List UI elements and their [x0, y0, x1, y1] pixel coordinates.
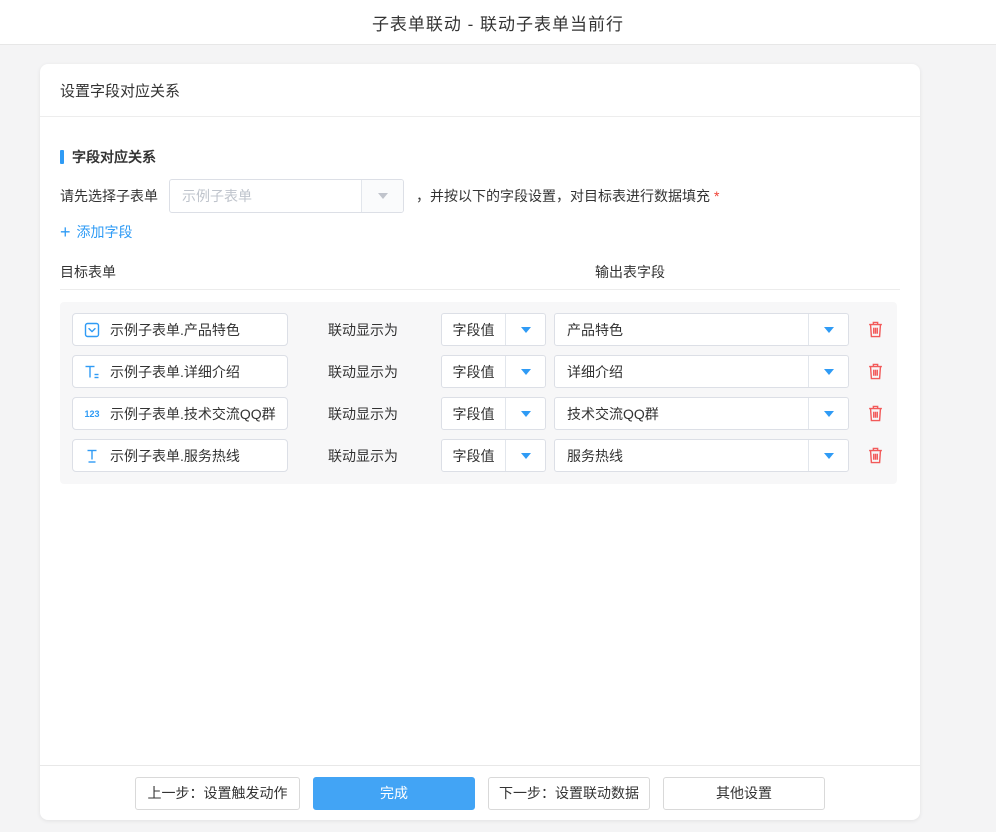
output-field-select[interactable]: 产品特色 — [554, 313, 849, 346]
subform-selector-line: 请先选择子表单 示例子表单 ，并按以下的字段设置，对目标表进行数据填充 * — [60, 179, 900, 213]
trash-icon — [867, 362, 884, 381]
page-title: 子表单联动 - 联动子表单当前行 — [372, 10, 624, 35]
section-title-accent-bar — [60, 150, 64, 164]
target-field-name: 示例子表单.详细介绍 — [110, 362, 240, 382]
trash-icon — [867, 446, 884, 465]
other-settings-button[interactable]: 其他设置 — [663, 777, 825, 810]
value-type-value: 字段值 — [442, 440, 505, 471]
chevron-down-icon — [505, 356, 545, 387]
output-field-select[interactable]: 详细介绍 — [554, 355, 849, 388]
output-field-select[interactable]: 技术交流QQ群 — [554, 397, 849, 430]
prev-step-button[interactable]: 上一步：设置触发动作 — [135, 777, 300, 810]
section-title-text: 字段对应关系 — [72, 147, 156, 167]
finish-button[interactable]: 完成 — [313, 777, 475, 810]
output-field-value: 服务热线 — [555, 440, 808, 471]
textarea-field-icon — [83, 363, 101, 381]
field-mapping-row: 示例子表单.产品特色 联动显示为 字段值 产品特色 — [72, 313, 885, 346]
target-field-box[interactable]: 示例子表单.产品特色 — [72, 313, 288, 346]
chevron-down-icon — [808, 356, 848, 387]
field-mapping-list: 示例子表单.产品特色 联动显示为 字段值 产品特色 — [60, 302, 897, 484]
select-field-icon — [83, 321, 101, 339]
delete-row-button[interactable] — [865, 361, 885, 383]
output-field-value: 详细介绍 — [555, 356, 808, 387]
card-title: 设置字段对应关系 — [60, 80, 180, 101]
value-type-value: 字段值 — [442, 356, 505, 387]
value-type-select[interactable]: 字段值 — [441, 355, 546, 388]
trash-icon — [867, 404, 884, 423]
number-field-icon: 123 — [83, 405, 101, 423]
target-field-box[interactable]: 示例子表单.详细介绍 — [72, 355, 288, 388]
card-footer: 上一步：设置触发动作 完成 下一步：设置联动数据 其他设置 — [40, 765, 920, 820]
value-type-value: 字段值 — [442, 398, 505, 429]
output-field-select[interactable]: 服务热线 — [554, 439, 849, 472]
settings-card: 设置字段对应关系 字段对应关系 请先选择子表单 示例子表单 ，并按以下的字段设置… — [40, 64, 920, 820]
relation-label: 联动显示为 — [328, 320, 398, 340]
subform-select-value: 示例子表单 — [170, 180, 361, 212]
card-header: 设置字段对应关系 — [40, 64, 920, 117]
value-type-select[interactable]: 字段值 — [441, 397, 546, 430]
text-field-icon — [83, 447, 101, 465]
chevron-down-icon — [808, 398, 848, 429]
add-field-label: 添加字段 — [77, 222, 133, 242]
chevron-down-icon — [361, 180, 403, 212]
next-step-button[interactable]: 下一步：设置联动数据 — [488, 777, 650, 810]
column-header-target: 目标表单 — [60, 264, 116, 280]
relation-label: 联动显示为 — [328, 362, 398, 382]
trash-icon — [867, 320, 884, 339]
chevron-down-icon — [505, 440, 545, 471]
target-field-name: 示例子表单.产品特色 — [110, 320, 240, 340]
card-body: 字段对应关系 请先选择子表单 示例子表单 ，并按以下的字段设置，对目标表进行数据… — [40, 117, 920, 765]
field-mapping-row: 示例子表单.服务热线 联动显示为 字段值 服务热线 — [72, 439, 885, 472]
chevron-down-icon — [808, 314, 848, 345]
column-headers: 目标表单 输出表字段 — [60, 262, 900, 280]
target-field-name: 示例子表单.服务热线 — [110, 446, 240, 466]
target-field-box[interactable]: 示例子表单.服务热线 — [72, 439, 288, 472]
value-type-select[interactable]: 字段值 — [441, 439, 546, 472]
field-mapping-row: 123 示例子表单.技术交流QQ群 联动显示为 字段值 技术交流QQ群 — [72, 397, 885, 430]
subform-select-label: 请先选择子表单 — [60, 186, 158, 206]
output-field-value: 技术交流QQ群 — [555, 398, 808, 429]
output-field-value: 产品特色 — [555, 314, 808, 345]
column-header-output: 输出表字段 — [595, 262, 665, 282]
value-type-value: 字段值 — [442, 314, 505, 345]
relation-label: 联动显示为 — [328, 404, 398, 424]
field-mapping-row: 示例子表单.详细介绍 联动显示为 字段值 详细介绍 — [72, 355, 885, 388]
chevron-down-icon — [505, 398, 545, 429]
target-field-box[interactable]: 123 示例子表单.技术交流QQ群 — [72, 397, 288, 430]
value-type-select[interactable]: 字段值 — [441, 313, 546, 346]
chevron-down-icon — [808, 440, 848, 471]
page-header: 子表单联动 - 联动子表单当前行 — [0, 0, 996, 45]
add-field-button[interactable]: + 添加字段 — [60, 222, 170, 242]
section-title: 字段对应关系 — [60, 147, 900, 167]
chevron-down-icon — [505, 314, 545, 345]
plus-icon: + — [60, 225, 71, 239]
divider — [60, 289, 900, 290]
target-field-name: 示例子表单.技术交流QQ群 — [110, 404, 276, 424]
delete-row-button[interactable] — [865, 403, 885, 425]
relation-label: 联动显示为 — [328, 446, 398, 466]
subform-hint-text: ，并按以下的字段设置，对目标表进行数据填充 — [416, 186, 710, 206]
delete-row-button[interactable] — [865, 319, 885, 341]
delete-row-button[interactable] — [865, 445, 885, 467]
subform-select[interactable]: 示例子表单 — [169, 179, 404, 213]
required-asterisk: * — [714, 188, 719, 204]
